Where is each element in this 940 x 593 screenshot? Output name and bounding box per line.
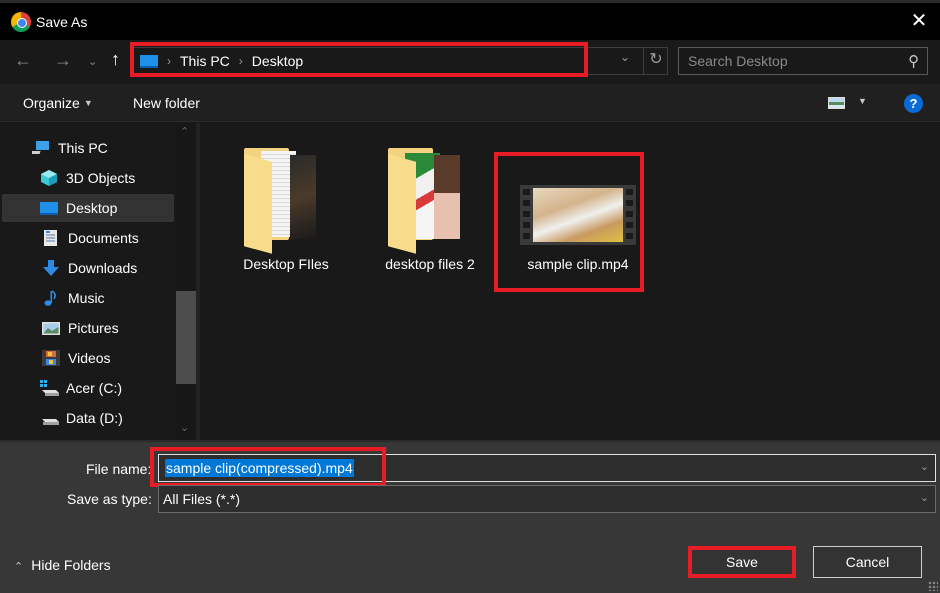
back-arrow-icon[interactable]: ← (14, 50, 32, 71)
sidebar-item-label: Downloads (68, 260, 138, 276)
sidebar-item-downloads[interactable]: Downloads (2, 254, 174, 282)
sidebar-item-label: This PC (58, 140, 108, 156)
file-item-video[interactable]: sample clip.mp4 (500, 143, 640, 283)
document-icon (42, 229, 60, 247)
sidebar-item-label: Desktop (66, 200, 118, 216)
sidebar-item-data-d[interactable]: Data (D:) (2, 404, 174, 432)
sidebar-item-documents[interactable]: Documents (2, 224, 174, 252)
desktop-icon (40, 199, 58, 217)
download-arrow-icon (42, 259, 60, 277)
hide-folders-label: Hide Folders (31, 557, 111, 573)
drive-icon (40, 409, 59, 427)
sidebar-item-pictures[interactable]: Pictures (2, 314, 174, 342)
sidebar-item-music[interactable]: Music (2, 284, 174, 312)
up-arrow-icon[interactable]: ↑ (111, 49, 120, 70)
resize-grip-icon[interactable] (928, 581, 938, 591)
save-as-type-select[interactable]: All Files (*.*) ⌄ (158, 485, 936, 513)
file-name-value[interactable]: sample clip(compressed).mp4 (165, 459, 354, 477)
save-button[interactable]: Save (688, 546, 796, 578)
chevron-down-icon[interactable]: ⌄ (920, 460, 929, 473)
forward-arrow-icon[interactable]: → (54, 50, 72, 71)
caret-down-icon: ▼ (83, 98, 93, 108)
sidebar-item-acer-c[interactable]: Acer (C:) (2, 374, 174, 402)
sidebar-item-label: Acer (C:) (66, 380, 122, 396)
file-name-label: sample clip.mp4 (527, 256, 629, 272)
video-thumbnail-icon (520, 185, 636, 245)
sidebar-item-label: 3D Objects (66, 170, 136, 186)
file-item-folder[interactable]: desktop files 2 (360, 143, 500, 283)
windows-drive-icon (40, 379, 59, 397)
file-item-folder[interactable]: Desktop FIles (216, 143, 356, 283)
refresh-icon[interactable]: ↻ (643, 47, 668, 75)
chrome-icon (11, 11, 31, 32)
sidebar-item-label: Videos (68, 350, 111, 366)
chevron-up-icon: ⌃ (14, 561, 24, 573)
music-note-icon (42, 289, 60, 307)
save-as-type-value: All Files (*.*) (163, 491, 241, 507)
title-bar: Save As ✕ (0, 3, 940, 40)
breadcrumb-separator-icon[interactable]: › (167, 54, 171, 68)
organize-menu-button[interactable]: Organize ▼ (23, 95, 93, 111)
film-icon (42, 349, 60, 367)
file-name-label: File name: (86, 461, 152, 477)
search-box[interactable]: ⚲ (678, 47, 928, 75)
scroll-down-icon[interactable]: ⌄ (180, 421, 189, 434)
navigation-pane-scrollbar[interactable]: ⌃ ⌄ (176, 123, 196, 440)
sidebar-item-videos[interactable]: Videos (2, 344, 174, 372)
sidebar-item-label: Music (68, 290, 105, 306)
hide-folders-button[interactable]: ⌃ Hide Folders (14, 557, 111, 573)
file-name-label: desktop files 2 (385, 256, 475, 272)
command-toolbar: Organize ▼ New folder ▼ ? (0, 84, 940, 122)
scrollbar-thumb[interactable] (176, 291, 196, 384)
search-icon[interactable]: ⚲ (908, 52, 919, 70)
scroll-up-icon[interactable]: ⌃ (180, 125, 189, 138)
recent-locations-chevron-icon[interactable]: ⌄ (88, 55, 97, 68)
navigation-pane: This PC 3D Objects Desktop Documents Dow… (0, 123, 176, 440)
cube-icon (40, 169, 58, 187)
file-view: Desktop FIles desktop files 2 sample cli… (200, 123, 940, 440)
picture-icon (42, 319, 60, 337)
computer-icon (27, 139, 50, 157)
breadcrumb-desktop[interactable]: Desktop (252, 53, 303, 69)
sidebar-item-label: Documents (68, 230, 139, 246)
organize-label: Organize (23, 95, 80, 111)
address-dropdown-chevron-icon[interactable]: ⌄ (620, 50, 630, 64)
navigation-bar: ← → ⌄ ↑ › This PC › Desktop ⌄ ↻ ⚲ (0, 40, 940, 84)
help-button[interactable]: ? (904, 94, 923, 113)
chevron-down-icon[interactable]: ⌄ (920, 491, 929, 504)
file-name-input[interactable]: sample clip(compressed).mp4 ⌄ (158, 454, 936, 482)
breadcrumb-this-pc[interactable]: This PC (180, 53, 230, 69)
desktop-icon (140, 54, 158, 68)
new-folder-button[interactable]: New folder (133, 95, 200, 111)
sidebar-item-3d-objects[interactable]: 3D Objects (2, 164, 174, 192)
sidebar-item-this-pc[interactable]: This PC (2, 134, 174, 162)
sidebar-item-desktop[interactable]: Desktop (2, 194, 174, 222)
cancel-button[interactable]: Cancel (813, 546, 922, 578)
close-button[interactable]: ✕ (908, 11, 930, 33)
breadcrumb-separator-icon[interactable]: › (239, 54, 243, 68)
sidebar-item-label: Data (D:) (66, 410, 123, 426)
window-title: Save As (36, 13, 88, 30)
address-bar[interactable]: › This PC › Desktop (131, 47, 587, 75)
search-input[interactable] (679, 53, 899, 69)
sidebar-item-label: Pictures (68, 320, 119, 336)
view-options-caret-icon[interactable]: ▼ (858, 96, 867, 106)
change-view-icon[interactable] (828, 97, 845, 109)
file-name-label: Desktop FIles (243, 256, 329, 272)
save-as-type-label: Save as type: (67, 491, 152, 507)
panel-divider (0, 440, 940, 442)
